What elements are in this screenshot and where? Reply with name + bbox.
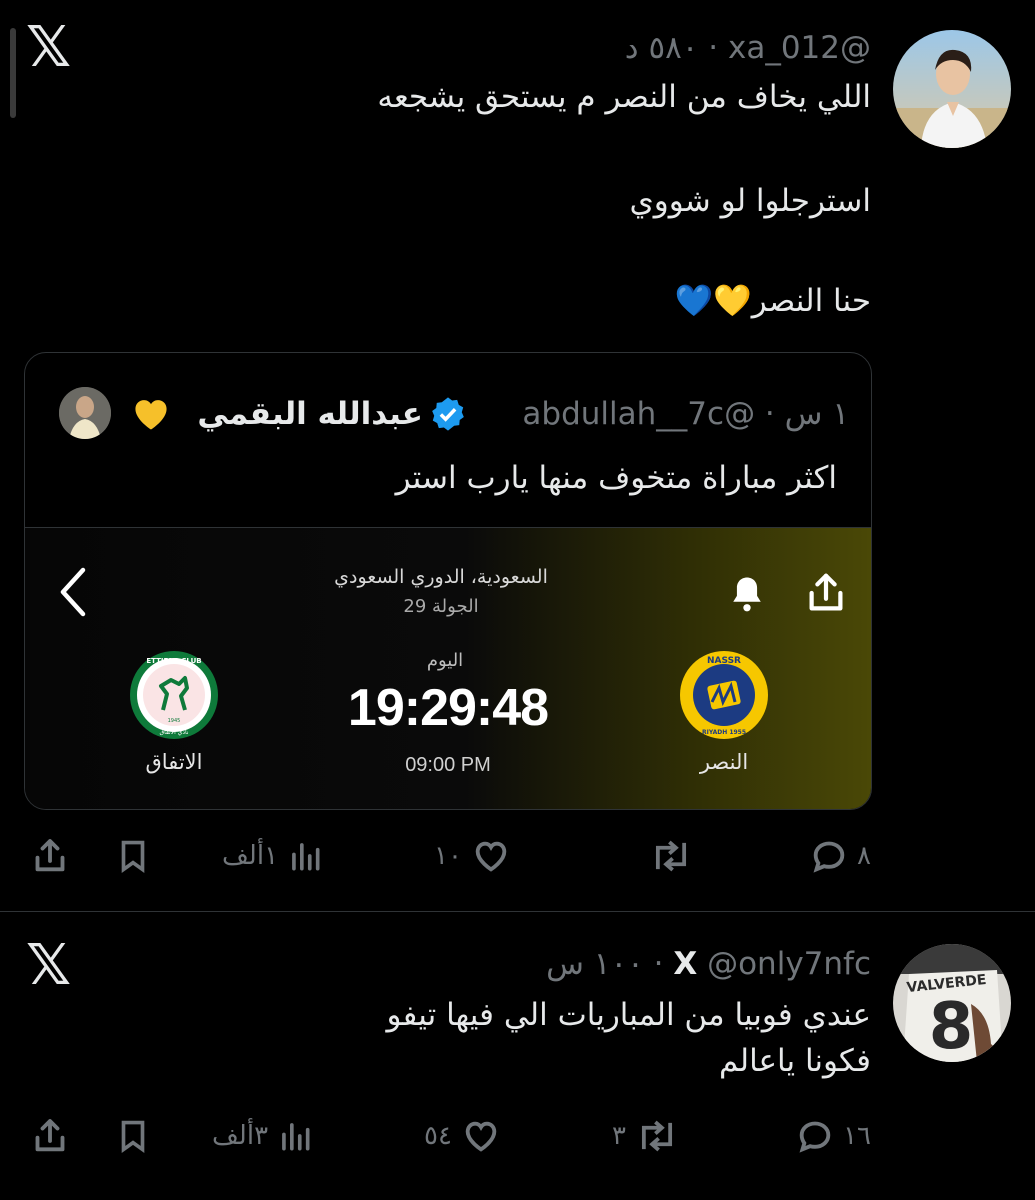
reply-count: ١٦ [843,1121,871,1151]
x-logo-icon: 𝕏 [26,15,72,80]
ettifaq-badge-logo: ETTIFAQ CLUB 1945 نادي الاتفاق [129,650,219,740]
tweet-header: @xa_012 · ٥٨٠ د [625,26,871,70]
league-name: السعودية، الدوري السعودي [334,566,548,588]
views-button[interactable]: ٣ألف [212,1114,314,1158]
quote-handle[interactable]: @abdullah__7c [522,396,755,432]
like-button[interactable]: ٥٤ [424,1114,502,1158]
views-button[interactable]: ١ألف [222,834,324,878]
share-icon [35,839,65,872]
views-count: ٣ألف [212,1121,269,1151]
countdown-timer: 19:29:48 [347,679,549,737]
day-label: اليوم [426,650,464,671]
post-time[interactable]: ١٠٠ س [546,946,644,982]
bookmark-icon [121,840,145,874]
quote-display-name[interactable]: عبدالله البقمي [197,389,423,439]
avatar-photo [893,30,1011,148]
avatar-jersey-number: 8 [929,990,974,1062]
like-count: ٥٤ [424,1121,452,1151]
post-time[interactable]: ٥٨٠ د [625,30,699,66]
share-button[interactable] [30,834,70,878]
author-handle[interactable]: @xa_012 [728,30,871,66]
reply-icon [799,1121,831,1153]
kickoff-time: 09:00 PM [405,754,491,776]
views-icon [282,1123,310,1151]
quote-text: اكثر مباراة متخوف منها يارب استر [395,460,837,496]
quote-time[interactable]: ١ س [785,396,849,432]
back-chevron-icon [55,564,91,624]
quote-tweet-card[interactable]: ١ س · @abdullah__7c عبدالله البقمي اكثر … [24,352,872,810]
quote-avatar [59,387,111,439]
ettifaq-badge-year-text: 1945 [168,718,181,724]
round-label: الجولة 29 [403,596,479,617]
views-icon [292,843,320,871]
tweet-header: X @only7nfc · ١٠٠ س [546,942,871,986]
nassr-badge-top-text: NASSR [707,656,741,666]
away-team-name: الاتفاق [145,750,203,774]
nassr-badge-logo: NASSR RIYADH 1955 [679,650,769,740]
bookmark-button[interactable] [114,834,152,878]
bookmark-button[interactable] [114,1114,152,1158]
retweet-icon [641,1120,673,1152]
retweet-icon [655,840,687,872]
scroll-indicator[interactable] [10,28,16,118]
ettifaq-badge-bottom-text: نادي الاتفاق [159,729,188,736]
heart-icon [465,1121,497,1152]
x-prefix-icon: X [673,946,698,982]
reply-button[interactable]: ١٦ [795,1114,871,1158]
avatar-photo: VALVERDE 8 [893,944,1011,1062]
like-button[interactable]: ١٠ [434,834,512,878]
retweet-button[interactable]: ٣ [612,1114,680,1158]
author-handle[interactable]: @only7nfc [707,946,871,982]
avatar[interactable] [893,30,1011,148]
share-icon [803,570,849,620]
divider [0,911,1035,912]
share-button[interactable] [30,1114,70,1158]
views-count: ١ألف [222,841,279,871]
tweet-text-line: اللي يخاف من النصر م يستحق يشجعه [377,79,871,115]
bookmark-icon [121,1120,145,1154]
ettifaq-badge-top-text: ETTIFAQ CLUB [146,657,201,665]
verified-badge-icon [429,395,467,437]
reply-count: ٨ [857,841,871,871]
tweet-text-line: عندي فوبيا من المباريات الي فيها تيفو [386,997,871,1033]
nassr-badge-bottom-text: RIYADH 1955 [702,729,746,736]
match-image: السعودية، الدوري السعودي الجولة 29 اليوم… [25,527,871,809]
heart-icon [475,841,507,872]
tweet-text-line: استرجلوا لو شووي [629,183,872,219]
reply-button[interactable]: ٨ [809,834,871,878]
notification-bell-icon [725,572,769,620]
quote-avatar-photo [59,387,111,439]
tweet-text-line: حنا النصر💛💙 [674,283,871,319]
quote-header: ١ س · @abdullah__7c [522,389,849,439]
x-logo-icon: 𝕏 [26,933,72,998]
retweet-button[interactable] [648,834,702,878]
like-count: ١٠ [434,841,462,871]
yellow-heart-icon [129,391,173,439]
reply-icon [813,841,845,873]
home-team-name: النصر [699,750,749,774]
meta-sep: · [708,30,719,66]
share-icon [35,1119,65,1152]
meta-sep: · [653,946,664,982]
meta-sep: · [764,396,775,432]
tweet-text-line: فكونا ياعالم [719,1043,871,1079]
avatar[interactable]: VALVERDE 8 [893,944,1011,1062]
retweet-count: ٣ [612,1121,626,1151]
